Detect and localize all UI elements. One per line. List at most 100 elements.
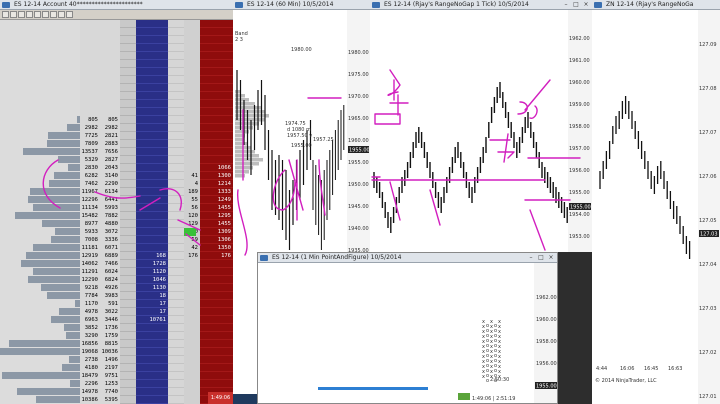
pnf-box: o xyxy=(486,378,489,384)
chart-icon xyxy=(235,2,243,8)
profile-bar xyxy=(235,166,253,170)
price-tick: 1962.00 xyxy=(569,36,590,42)
last-price-label: 1955.00 xyxy=(349,148,370,154)
toolbar-button[interactable] xyxy=(10,11,17,18)
chart-range-zn-window: ZN 12-14 (Rjay's RangeNoGa 127.09 127.08 1… xyxy=(592,0,720,404)
price-ladder-window: ES 12-14 Account 40*********************… xyxy=(0,0,233,404)
taskbar xyxy=(233,394,257,404)
last-price-label: 1955.00 xyxy=(570,205,591,211)
toolbar-button[interactable] xyxy=(34,11,41,18)
annotation-high: 1980.00 xyxy=(291,47,312,53)
chart-icon xyxy=(594,2,602,8)
toolbar-button[interactable] xyxy=(18,11,25,18)
price-tick: 1958.00 xyxy=(536,339,557,345)
price-tick: 1955.00 xyxy=(348,160,369,166)
last-price-label: 1955.00 xyxy=(536,384,557,390)
profile-bar xyxy=(235,158,263,162)
price-tick: 1956.00 xyxy=(569,168,590,174)
chart-pnf-title-bar[interactable]: ES 12-14 (1 Min PointAndFigure) 10/5/201… xyxy=(258,253,557,263)
time-tick: 16:06 xyxy=(620,366,634,372)
time-range-label: 1:49:06 | 2:51:19 xyxy=(472,396,515,402)
chart-60min-title: ES 12-14 (60 Min) 10/5/2014 xyxy=(247,1,334,8)
minimize-icon[interactable]: – xyxy=(527,254,535,261)
price-tick: 1970.00 xyxy=(348,94,369,100)
time-tick: 16:45 xyxy=(644,366,658,372)
ink-annotation-layer xyxy=(42,159,201,246)
price-tick: 127.09 xyxy=(699,42,717,48)
profile-bar xyxy=(235,142,247,146)
price-tick: 1975.00 xyxy=(348,72,369,78)
time-tick: 16:63 xyxy=(668,366,682,372)
dom-title-text: ES 12-14 Account 40 xyxy=(14,1,77,8)
chart-pnf-title: ES 12-14 (1 Min PointAndFigure) 10/5/201… xyxy=(272,254,402,261)
price-tick: 127.05 xyxy=(699,218,717,224)
price-tick: 1962.00 xyxy=(536,295,557,301)
ninjatrader-icon xyxy=(2,2,10,8)
chart-range-es-window: ES 12-14 (Rjay's RangeNoGap 1 Tick) 10/5… xyxy=(370,0,592,252)
price-tick: 1960.00 xyxy=(348,138,369,144)
annotation-level: 1955.00 xyxy=(291,143,312,149)
band-sub-label: 2 3 xyxy=(235,37,243,43)
ink-stroke xyxy=(42,159,201,246)
price-tick: 1960.00 xyxy=(569,80,590,86)
price-tick: 127.01 xyxy=(699,394,717,400)
chart-range-es-plot[interactable]: 1962.00 1961.00 1960.00 1959.00 1958.00 1957.… xyxy=(370,10,592,252)
chart-pnf-plot[interactable]: xxxxxxxxxxxxooooooooooooxxxxxxxxxxxxoooo… xyxy=(258,263,558,404)
minimize-icon[interactable]: – xyxy=(562,1,570,8)
price-tick: 127.07 xyxy=(699,130,717,136)
price-tick: 1957.00 xyxy=(569,146,590,152)
toolbar-button[interactable] xyxy=(58,11,65,18)
price-tick: 1940.00 xyxy=(348,226,369,232)
profile-bar xyxy=(235,138,243,142)
price-tick: 1954.00 xyxy=(569,212,590,218)
dom-grid[interactable]: 805 2982 7725 7809 13537 5329 2830 6282 7462 1196… xyxy=(0,20,233,404)
profile-bar xyxy=(235,102,255,106)
profile-bar xyxy=(235,110,265,114)
window-buttons: – □ × xyxy=(527,254,555,261)
chart-icon xyxy=(372,2,380,8)
playback-progress[interactable] xyxy=(318,387,428,390)
profile-bar xyxy=(235,130,249,134)
copyright: © 2014 NinjaTrader, LLC xyxy=(595,377,657,384)
price-tick: 1956.00 xyxy=(536,361,557,367)
price-tick: 1960.00 xyxy=(536,317,557,323)
price-axis[interactable] xyxy=(698,10,720,404)
price-tick: 1961.00 xyxy=(569,58,590,64)
price-tick: 1959.00 xyxy=(569,102,590,108)
price-tick: 1955.00 xyxy=(569,190,590,196)
chart-range-zn-plot[interactable]: 127.09 127.08 127.07 127.06 127.05 127.04 127.… xyxy=(592,10,720,404)
toolbar-button[interactable] xyxy=(26,11,33,18)
price-tick: 127.08 xyxy=(699,86,717,92)
toolbar-button[interactable] xyxy=(66,11,73,18)
price-tick: 1945.00 xyxy=(348,204,369,210)
profile-bar xyxy=(235,162,259,166)
close-icon[interactable]: × xyxy=(582,1,590,8)
chart-60min-title-bar[interactable]: ES 12-14 (60 Min) 10/5/2014 xyxy=(233,0,370,10)
maximize-icon[interactable]: □ xyxy=(537,254,545,261)
window-buttons: – □ × xyxy=(562,1,590,8)
price-tick: 1950.00 xyxy=(348,182,369,188)
price-tick: 127.06 xyxy=(699,174,717,180)
maximize-icon[interactable]: □ xyxy=(572,1,580,8)
toolbar-button[interactable] xyxy=(2,11,9,18)
last-price-label: 127.03 xyxy=(700,232,718,238)
profile-bar xyxy=(235,106,261,110)
dom-status-bar: 1:49:06 xyxy=(208,392,233,404)
toolbar-button[interactable] xyxy=(42,11,49,18)
toolbar-button[interactable] xyxy=(50,11,57,18)
price-tick: 127.03 xyxy=(699,306,717,312)
close-icon[interactable]: × xyxy=(547,254,555,261)
chart-range-zn-title-bar[interactable]: ZN 12-14 (Rjay's RangeNoGa xyxy=(592,0,720,10)
time-tick: 4:44 xyxy=(596,366,607,372)
chart-range-es-title-bar[interactable]: ES 12-14 (Rjay's RangeNoGap 1 Tick) 10/5… xyxy=(370,0,592,10)
dom-toolbar xyxy=(0,10,233,20)
playback-handle-icon[interactable] xyxy=(458,393,470,400)
profile-bar xyxy=(235,170,249,174)
price-tick: 1965.00 xyxy=(348,116,369,122)
price-tick: 127.02 xyxy=(699,350,717,356)
dom-title-masked: ********************** xyxy=(76,1,143,8)
profile-bar xyxy=(235,118,265,122)
dom-title-bar[interactable]: ES 12-14 Account 40*********************… xyxy=(0,0,233,10)
time-label: 2:50:30 xyxy=(490,377,509,383)
price-tick: 1958.00 xyxy=(569,124,590,130)
